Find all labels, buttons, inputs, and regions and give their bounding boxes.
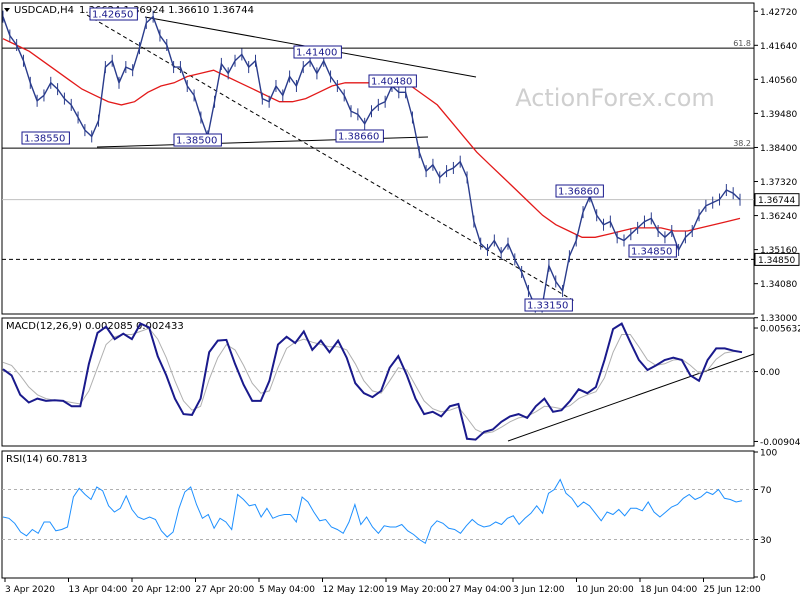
fib-level-label: 38.2 — [733, 139, 751, 148]
y-tick-label: 1.40560 — [760, 76, 797, 86]
y-tick-label: 1.33000 — [760, 314, 797, 324]
x-tick-label: 27 May 04:00 — [450, 585, 512, 595]
level-annotation-label: 1.42650 — [92, 10, 133, 21]
y-tick-label: 1.36240 — [760, 212, 797, 222]
x-tick-label: 3 Apr 2020 — [5, 585, 55, 595]
level-annotation-label: 1.38660 — [338, 132, 379, 143]
macd-panel: MACD(12,26,9) 0.002085 0.002433 0.005632… — [1, 317, 800, 448]
x-tick-label: 13 Apr 04:00 — [69, 585, 128, 595]
axis-level-label: 1.34850 — [758, 256, 795, 266]
y-tick-label: 0.00 — [760, 368, 780, 378]
y-tick-label: 0 — [760, 574, 766, 584]
level-annotation-label: 1.34850 — [631, 247, 672, 258]
level-annotation-label: 1.38550 — [24, 134, 65, 145]
y-tick-label: 0.005632 — [760, 325, 800, 335]
level-annotation-label: 1.38500 — [176, 136, 217, 147]
rsi-panel: RSI(14) 60.7813 100 70 30 0 — [1, 449, 777, 584]
price-title: USDCAD,H4 — [14, 5, 74, 16]
level-annotation-label: 1.40480 — [371, 77, 412, 88]
level-annotation-label: 1.41400 — [296, 48, 337, 59]
y-tick-label: 1.34080 — [760, 280, 797, 290]
rsi-title: RSI(14) 60.7813 — [6, 454, 87, 465]
axis-level-label: 1.36744 — [758, 196, 795, 206]
y-tick-label: 1.39480 — [760, 110, 797, 120]
x-tick-label: 18 Jun 04:00 — [640, 585, 697, 595]
fib-level-label: 61.8 — [733, 39, 751, 48]
x-tick-label: 5 May 04:00 — [259, 585, 315, 595]
x-tick-label: 20 Apr 12:00 — [132, 585, 191, 595]
y-tick-label: 1.42720 — [760, 8, 797, 18]
level-annotation-label: 1.36860 — [558, 187, 599, 198]
price-panel: ActionForex.com USDCAD,H4 1.36624 1.3692… — [1, 2, 800, 324]
chart-svg: ActionForex.com USDCAD,H4 1.36624 1.3692… — [0, 0, 800, 600]
y-tick-label: 1.41640 — [760, 42, 797, 52]
y-tick-label: 70 — [760, 486, 772, 496]
y-tick-label: 30 — [760, 536, 772, 546]
macd-title: MACD(12,26,9) 0.002085 0.002433 — [6, 321, 184, 332]
x-tick-label: 10 Jun 20:00 — [577, 585, 634, 595]
watermark: ActionForex.com — [515, 84, 715, 112]
y-tick-label: -0.009041 — [760, 438, 800, 448]
y-tick-label: 1.38400 — [760, 144, 797, 154]
x-tick-label: 12 May 12:00 — [323, 585, 385, 595]
y-tick-label: 1.37320 — [760, 178, 797, 188]
x-tick-label: 19 May 20:00 — [386, 585, 448, 595]
x-tick-label: 25 Jun 12:00 — [704, 585, 761, 595]
y-tick-label: 100 — [760, 449, 777, 459]
level-annotation-label: 1.33150 — [527, 301, 568, 312]
x-tick-label: 3 Jun 12:00 — [513, 585, 565, 595]
x-tick-label: 27 Apr 20:00 — [196, 585, 255, 595]
